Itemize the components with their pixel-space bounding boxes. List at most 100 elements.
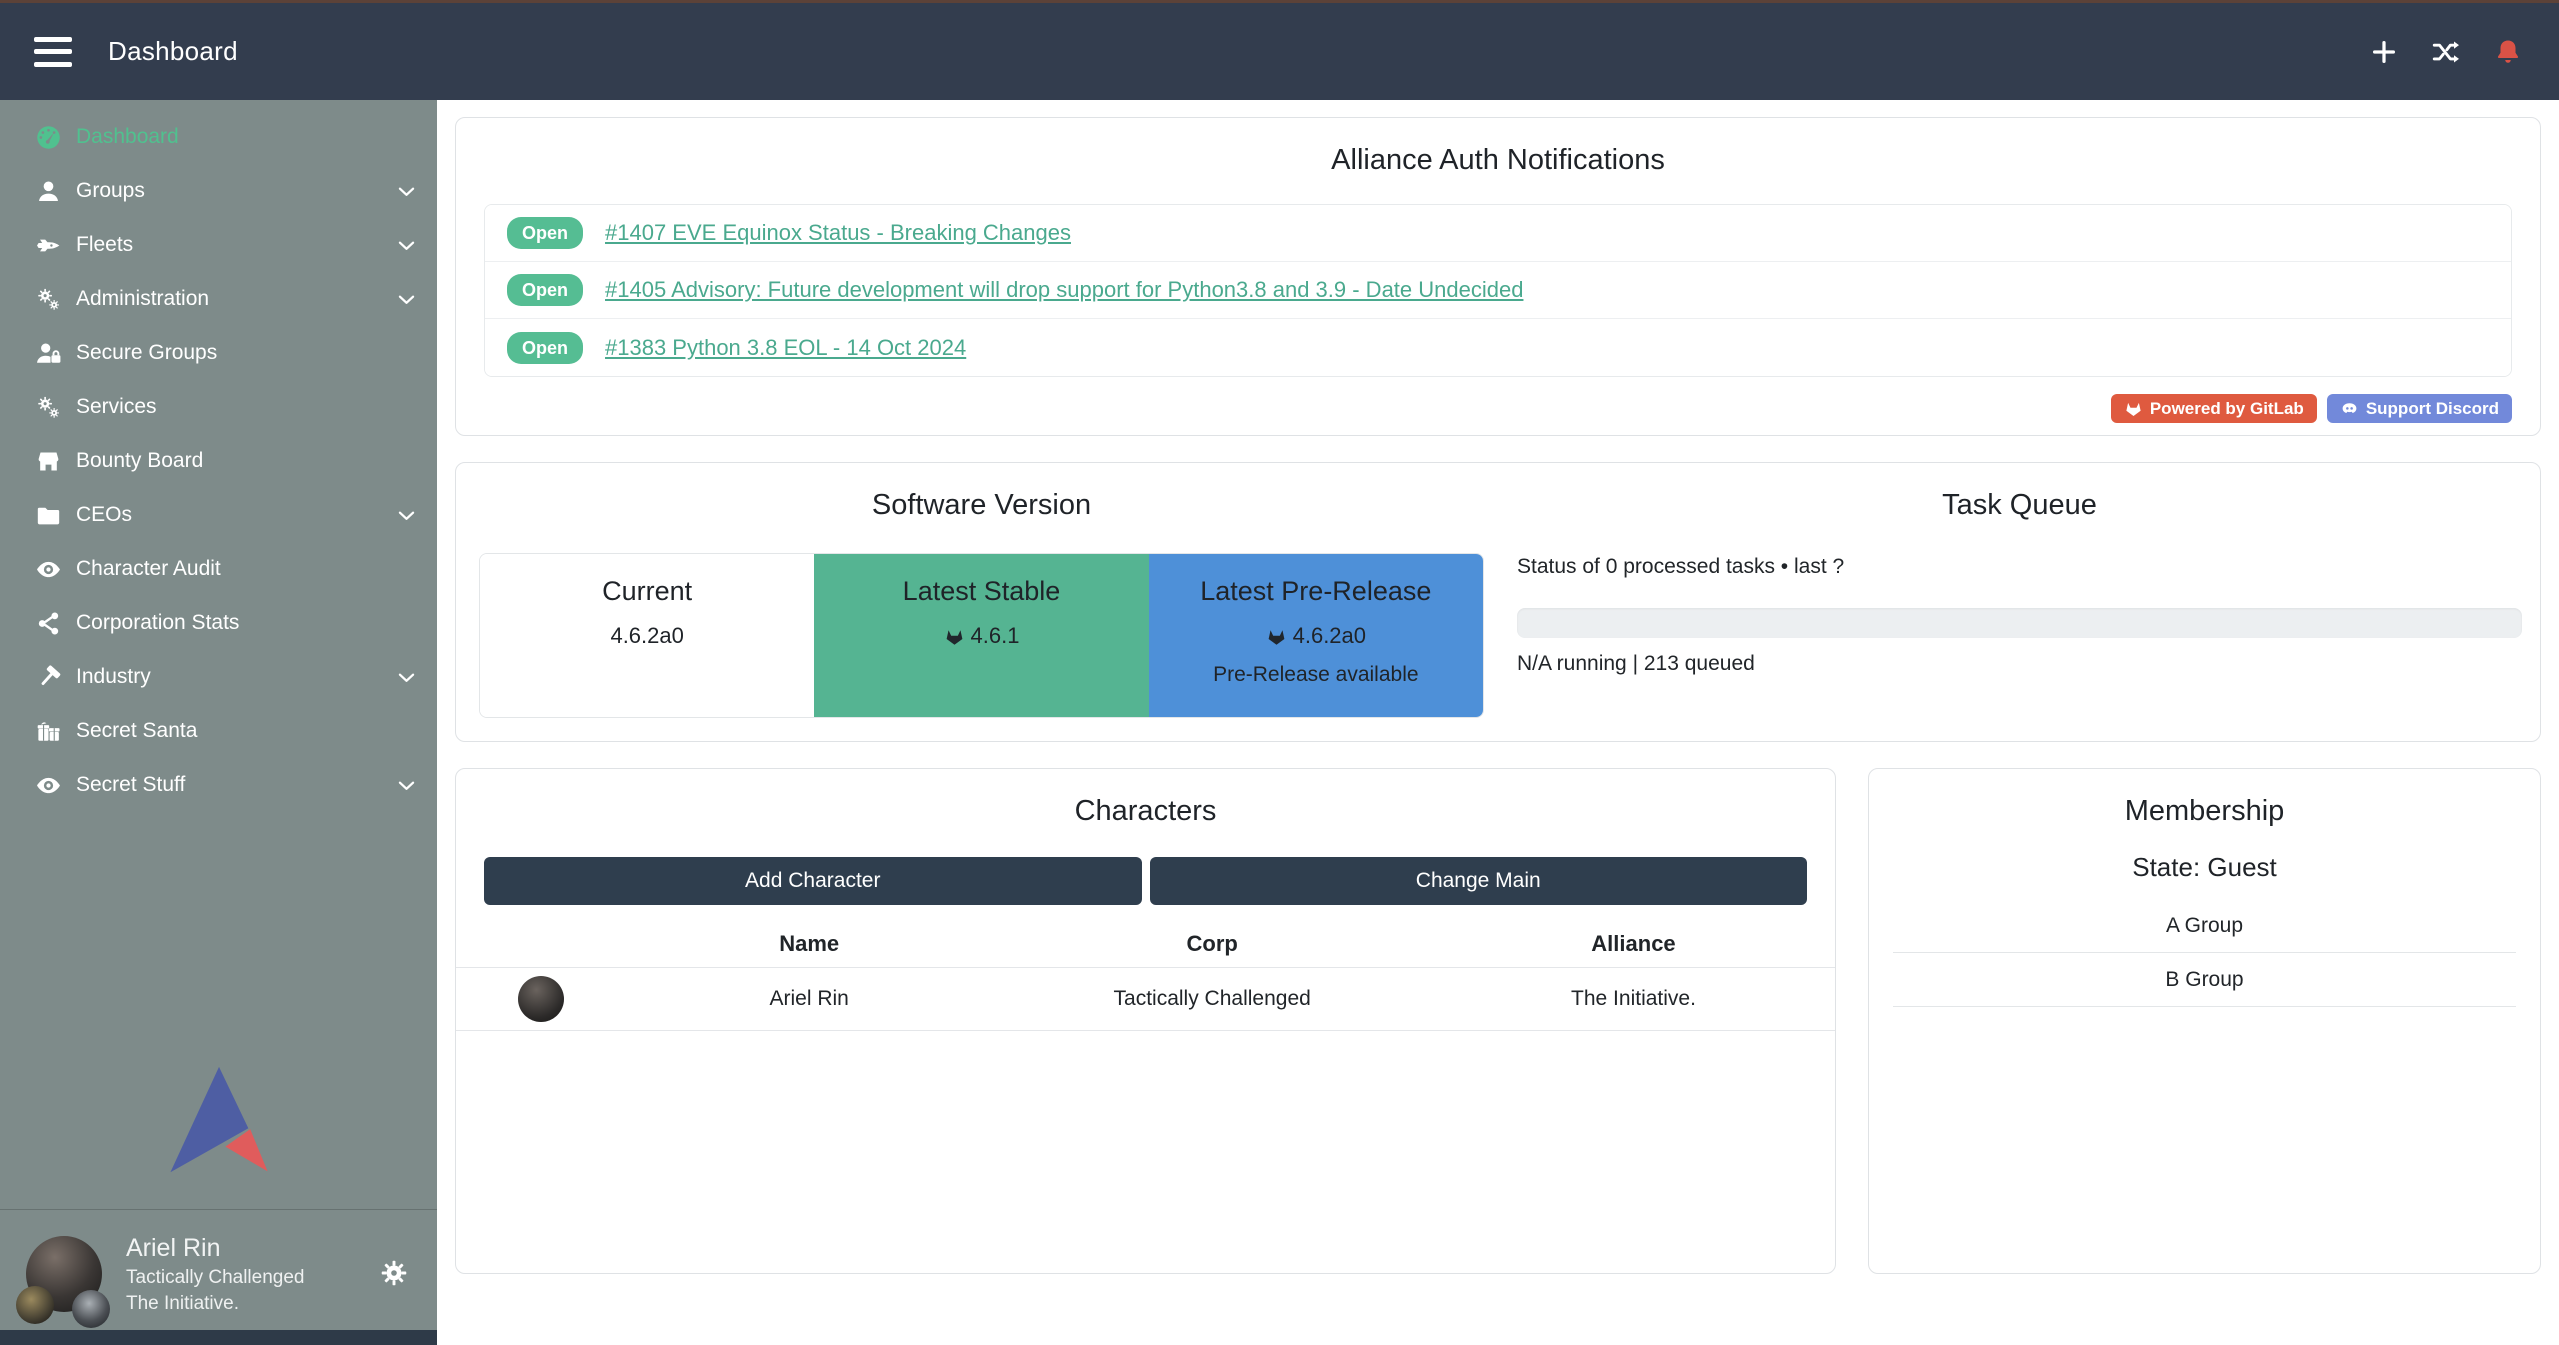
navbar: Dashboard [0, 3, 2559, 100]
app-window: Dashboard Dashboard Groups Fleets Administr… [0, 0, 2559, 1345]
sidebar-item-label: Character Audit [76, 557, 221, 581]
sidebar-item-label: Secret Stuff [76, 773, 185, 797]
task-queue-status: Status of 0 processed tasks • last ? [1517, 555, 2522, 579]
rocket-icon [33, 231, 63, 259]
software-version-table: Current 4.6.2a0Latest Stable 4.6.1Latest P… [479, 553, 1484, 718]
add-character-button[interactable]: Add Character [484, 857, 1142, 905]
membership-groups: A GroupB Group [1893, 899, 2516, 1007]
sidebar-item-services[interactable]: Services [0, 380, 437, 434]
sidebar-divider [0, 1209, 437, 1210]
bell-icon[interactable] [2491, 35, 2525, 69]
column-header-alliance: Alliance [1432, 931, 1835, 957]
user-corp: Tactically Challenged [126, 1265, 305, 1290]
sidebar-item-bounty-board[interactable]: Bounty Board [0, 434, 437, 488]
notification-link[interactable]: #1383 Python 3.8 EOL - 14 Oct 2024 [605, 335, 966, 361]
plus-icon[interactable] [2367, 35, 2401, 69]
navbar-actions [2367, 35, 2525, 69]
notification-link[interactable]: #1405 Advisory: Future development will … [605, 277, 1523, 303]
user-icon [33, 177, 63, 205]
change-main-button[interactable]: Change Main [1150, 857, 1808, 905]
gifts-icon [33, 717, 63, 745]
folder-icon [33, 501, 63, 529]
membership-title: Membership [1869, 795, 2540, 828]
sidebar-item-label: Corporation Stats [76, 611, 239, 635]
task-queue-counts: N/A running | 213 queued [1517, 652, 2522, 676]
notifications-panel: Alliance Auth Notifications Open#1407 EV… [455, 117, 2541, 436]
sidebar-item-label: Fleets [76, 233, 133, 257]
notification-row: Open #1405 Advisory: Future development w… [485, 262, 2511, 319]
membership-group: B Group [1893, 953, 2516, 1007]
user-settings-button[interactable] [377, 1257, 411, 1291]
gauge-icon [33, 123, 63, 151]
version-cell-heading: Latest Pre-Release [1149, 576, 1483, 607]
task-queue-title: Task Queue [1517, 489, 2522, 522]
membership-state: State: Guest [1869, 852, 2540, 883]
sidebar-item-label: Groups [76, 179, 145, 203]
version-cell-value: 4.6.1 [814, 623, 1148, 649]
sidebar-item-groups[interactable]: Groups [0, 164, 437, 218]
page-title: Dashboard [108, 36, 238, 67]
sidebar-item-secret-santa[interactable]: Secret Santa [0, 704, 437, 758]
sidebar-item-secure-groups[interactable]: Secure Groups [0, 326, 437, 380]
share-icon [33, 609, 63, 637]
user-avatar[interactable] [26, 1236, 102, 1312]
eye-icon [33, 771, 63, 799]
sidebar-item-label: Secure Groups [76, 341, 217, 365]
version-cell-heading: Current [480, 576, 814, 607]
task-queue-column: Task Queue Status of 0 processed tasks •… [1517, 463, 2522, 741]
column-header-name: Name [626, 931, 992, 957]
notification-row: Open#1407 EVE Equinox Status - Breaking … [485, 205, 2511, 262]
sidebar-item-industry[interactable]: Industry [0, 650, 437, 704]
version-cell-heading: Latest Stable [814, 576, 1148, 607]
sidebar-item-label: Bounty Board [76, 449, 203, 473]
sidebar-item-corporation-stats[interactable]: Corporation Stats [0, 596, 437, 650]
sidebar-bottom-strip [0, 1330, 437, 1345]
store-icon [33, 447, 63, 475]
shuffle-icon[interactable] [2429, 35, 2463, 69]
user-meta: Ariel Rin Tactically Challenged The Init… [126, 1232, 305, 1315]
sidebar-item-ceos[interactable]: CEOs [0, 488, 437, 542]
sidebar-item-secret-stuff[interactable]: Secret Stuff [0, 758, 437, 812]
characters-table: NameCorpAlliance Ariel RinTactically Cha… [456, 920, 1835, 1031]
sidebar-item-character-audit[interactable]: Character Audit [0, 542, 437, 596]
user-panel: Ariel Rin Tactically Challenged The Init… [0, 1218, 437, 1330]
characters-title: Characters [456, 795, 1835, 828]
menu-toggle-button[interactable] [34, 37, 74, 67]
support-discord-badge[interactable]: Support Discord [2327, 394, 2512, 423]
column-header-corp: Corp [992, 931, 1432, 957]
main-content: Alliance Auth Notifications Open#1407 EV… [437, 100, 2559, 1345]
gitlab-icon [1266, 626, 1287, 647]
status-badge: Open [507, 274, 583, 306]
characters-panel: Characters Add CharacterChange Main Name… [455, 768, 1836, 1274]
version-cell-note: Pre-Release available [1149, 663, 1483, 687]
sidebar-item-label: CEOs [76, 503, 132, 527]
discord-icon [2340, 399, 2359, 418]
user-alliance: The Initiative. [126, 1291, 305, 1316]
user-lock-icon [33, 339, 63, 367]
sidebar-item-label: Administration [76, 287, 209, 311]
powered-by-gitlab-badge[interactable]: Powered by GitLab [2111, 394, 2317, 423]
character-corp: Tactically Challenged [992, 987, 1432, 1011]
version-cell-value: 4.6.2a0 [1149, 623, 1483, 649]
task-queue-progressbar [1517, 608, 2522, 638]
chevron-down-icon [395, 774, 417, 796]
membership-panel: Membership State: Guest A GroupB Group [1868, 768, 2541, 1274]
version-cell-value: 4.6.2a0 [480, 623, 814, 649]
gitlab-icon [944, 626, 965, 647]
version-cell-latest-stable: Latest Stable 4.6.1 [814, 554, 1148, 717]
sidebar-item-dashboard[interactable]: Dashboard [0, 110, 437, 164]
notification-link[interactable]: #1407 EVE Equinox Status - Breaking Chan… [605, 220, 1071, 246]
sidebar-item-administration[interactable]: Administration [0, 272, 437, 326]
sidebar-item-label: Dashboard [76, 125, 179, 149]
sidebar: Dashboard Groups Fleets Administration Secur… [0, 100, 437, 1345]
sidebar-item-label: Services [76, 395, 157, 419]
notifications-title: Alliance Auth Notifications [456, 144, 2540, 177]
notification-row: Open#1383 Python 3.8 EOL - 14 Oct 2024 [485, 319, 2511, 376]
membership-group: A Group [1893, 899, 2516, 953]
sidebar-item-label: Secret Santa [76, 719, 197, 743]
gitlab-icon [2124, 399, 2143, 418]
sidebar-item-fleets[interactable]: Fleets [0, 218, 437, 272]
gears-icon [33, 285, 63, 313]
version-cell-current: Current 4.6.2a0 [480, 554, 814, 717]
software-version-title: Software Version [479, 489, 1484, 522]
